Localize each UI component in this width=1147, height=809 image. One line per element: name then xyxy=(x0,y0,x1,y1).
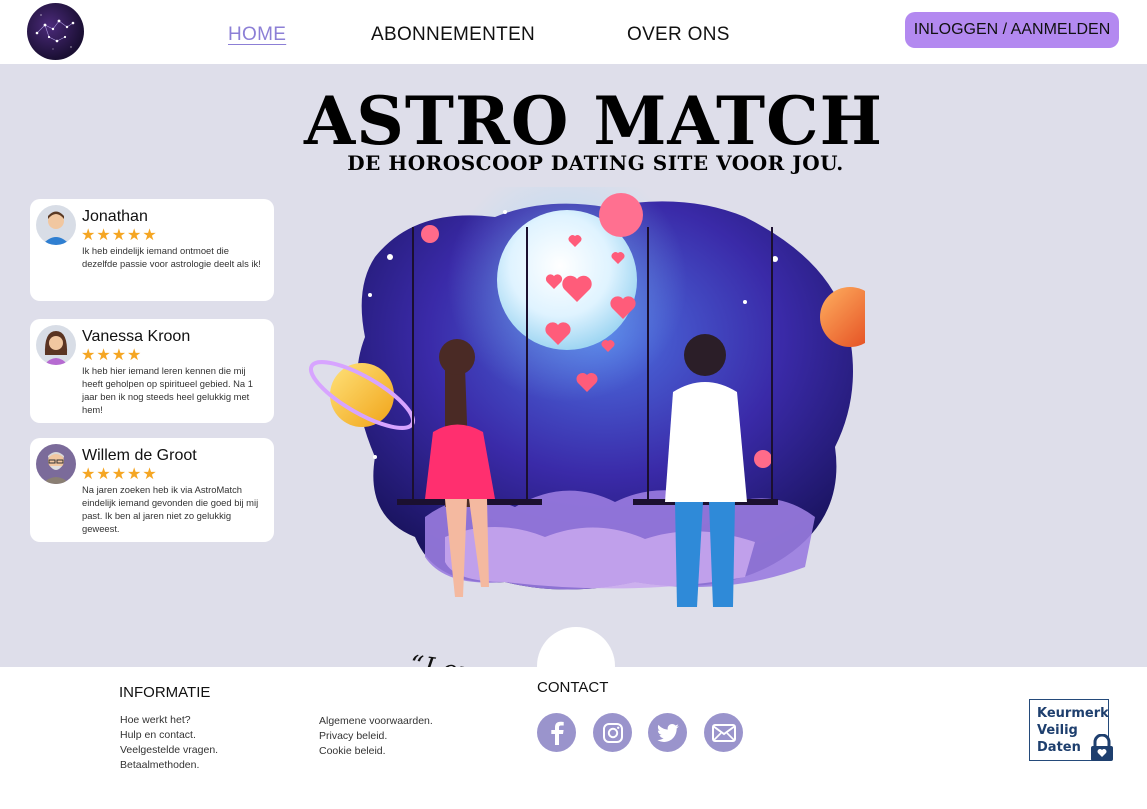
review-text: Na jaren zoeken heb ik via AstroMatch ei… xyxy=(82,484,259,534)
facebook-icon[interactable] xyxy=(537,713,576,752)
review-card: Jonathan ★★★★★ Ik heb eindelijk iemand o… xyxy=(30,199,274,301)
avatar xyxy=(36,325,76,365)
reviewer-name: Willem de Groot xyxy=(82,447,197,464)
nav-over-ons[interactable]: OVER ONS xyxy=(627,24,730,46)
review-card: Vanessa Kroon ★★★★ Ik heb hier iemand le… xyxy=(30,319,274,423)
avatar xyxy=(36,205,76,245)
review-text: Ik heb eindelijk iemand ontmoet die deze… xyxy=(82,245,261,269)
keurmerk-veilig-daten-badge[interactable]: Keurmerk Veilig Daten xyxy=(1029,699,1113,761)
site-header: HOME ABONNEMENTEN OVER ONS INLOGGEN / AA… xyxy=(0,0,1147,64)
reviewer-name: Jonathan xyxy=(82,208,148,225)
nav-home[interactable]: HOME xyxy=(228,24,286,46)
footer-link-faq[interactable]: Veelgestelde vragen. xyxy=(120,743,218,758)
instagram-icon[interactable] xyxy=(593,713,632,752)
review-text: Ik heb hier iemand leren kennen die mij … xyxy=(82,365,253,415)
lock-icon xyxy=(1091,734,1113,761)
reviewer-name: Vanessa Kroon xyxy=(82,328,191,345)
star-rating: ★★★★★ xyxy=(81,227,158,244)
footer-contact-heading: CONTACT xyxy=(537,679,609,696)
footer-link-hoe-werkt-het[interactable]: Hoe werkt het? xyxy=(120,713,191,728)
footer-link-voorwaarden[interactable]: Algemene voorwaarden. xyxy=(319,714,433,729)
avatar xyxy=(36,444,76,484)
footer-link-cookie[interactable]: Cookie beleid. xyxy=(319,744,386,759)
badge-line: Keurmerk xyxy=(1037,706,1109,721)
couple-on-swings-under-moon-illustration xyxy=(308,187,865,607)
mail-icon[interactable] xyxy=(704,713,743,752)
login-register-button[interactable]: INLOGGEN / AANMELDEN xyxy=(905,12,1119,48)
footer-link-privacy[interactable]: Privacy beleid. xyxy=(319,729,387,744)
page-subtitle: DE HOROSCOOP DATING SITE VOOR JOU. xyxy=(347,151,844,175)
constellation-logo-icon[interactable] xyxy=(27,3,84,60)
star-rating: ★★★★★ xyxy=(81,466,158,483)
hero-quote: “Love is where the stars align ” xyxy=(408,650,856,667)
footer-link-hulp-contact[interactable]: Hulp en contact. xyxy=(120,728,196,743)
page-title: ASTRO MATCH xyxy=(304,82,883,160)
footer-info-heading: INFORMATIE xyxy=(119,684,211,701)
footer-link-betaalmethoden[interactable]: Betaalmethoden. xyxy=(120,758,199,773)
hero-section: ASTRO MATCH DE HOROSCOOP DATING SITE VOO… xyxy=(0,64,1147,667)
star-rating: ★★★★ xyxy=(81,347,143,364)
twitter-icon[interactable] xyxy=(648,713,687,752)
review-card: Willem de Groot ★★★★★ Na jaren zoeken he… xyxy=(30,438,274,542)
nav-abonnementen[interactable]: ABONNEMENTEN xyxy=(371,24,535,46)
